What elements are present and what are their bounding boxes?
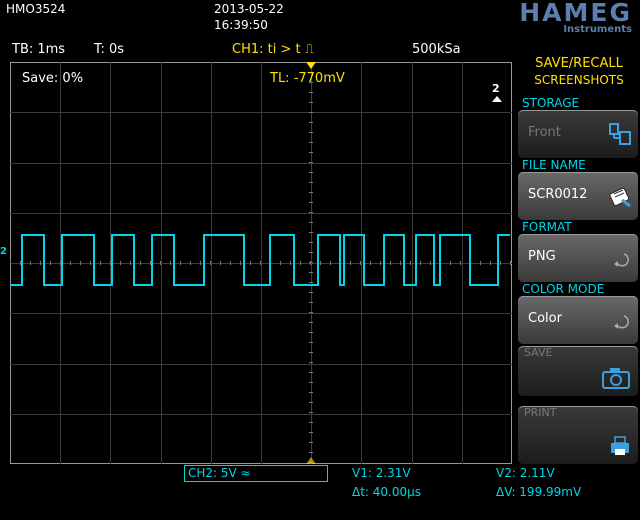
format-label: FORMAT [522, 220, 572, 234]
menu-subtitle: SCREENSHOTS [534, 73, 624, 87]
print-button[interactable]: PRINT [518, 406, 638, 464]
printer-icon [611, 436, 629, 455]
save-button-label: SAVE [524, 346, 553, 359]
file-name-button[interactable]: SCR0012 [518, 172, 638, 220]
channel-2-marker: 2 [492, 82, 500, 95]
camera-icon [602, 368, 630, 389]
color-mode-label: COLOR MODE [522, 282, 605, 296]
storage-button[interactable]: Front [518, 110, 638, 158]
save-button[interactable]: SAVE [518, 346, 638, 396]
channel-2-ground-marker: 2 [0, 246, 7, 257]
file-name-value: SCR0012 [528, 187, 588, 202]
storage-label: STORAGE [522, 96, 580, 110]
ch2-setting-box[interactable]: CH2: 5V ≈ [184, 465, 328, 482]
date-display: 2013-05-22 [214, 2, 284, 16]
color-mode-button[interactable]: Color [518, 296, 638, 344]
edit-filename-icon [609, 187, 631, 208]
time-display: 16:39:50 [214, 18, 268, 32]
file-name-label: FILE NAME [522, 158, 586, 172]
sample-rate-readout: 500kSa [412, 42, 461, 57]
cycle-icon [614, 253, 629, 267]
trigger-readout: CH1: ti > t ⎍ [232, 42, 314, 57]
brand-name: HAMEG [519, 0, 632, 27]
cursor-delta-t: Δt: 40.00µs [352, 485, 422, 499]
scope-display[interactable] [10, 62, 512, 464]
usb-storage-icon [609, 123, 631, 145]
device-model: HMO3524 [6, 2, 66, 16]
brand-subtitle: Instruments [563, 24, 632, 35]
format-value: PNG [528, 249, 556, 264]
trigger-time-readout: T: 0s [94, 42, 125, 57]
cursor-v1: V1: 2.31V [352, 466, 411, 480]
color-mode-value: Color [528, 311, 562, 326]
storage-value: Front [528, 125, 561, 140]
cycle-icon [614, 315, 629, 329]
cursor-v2: V2: 2.11V [496, 466, 555, 480]
format-button[interactable]: PNG [518, 234, 638, 282]
print-button-label: PRINT [524, 406, 557, 419]
save-progress: Save: 0% [22, 71, 84, 86]
brand-logo: HAMEG Instruments [448, 0, 636, 36]
menu-title: SAVE/RECALL [535, 56, 623, 71]
cursor-delta-v: ΔV: 199.99mV [496, 485, 582, 499]
timebase-readout: TB: 1ms [12, 42, 66, 57]
trigger-level: TL: -770mV [270, 71, 345, 86]
